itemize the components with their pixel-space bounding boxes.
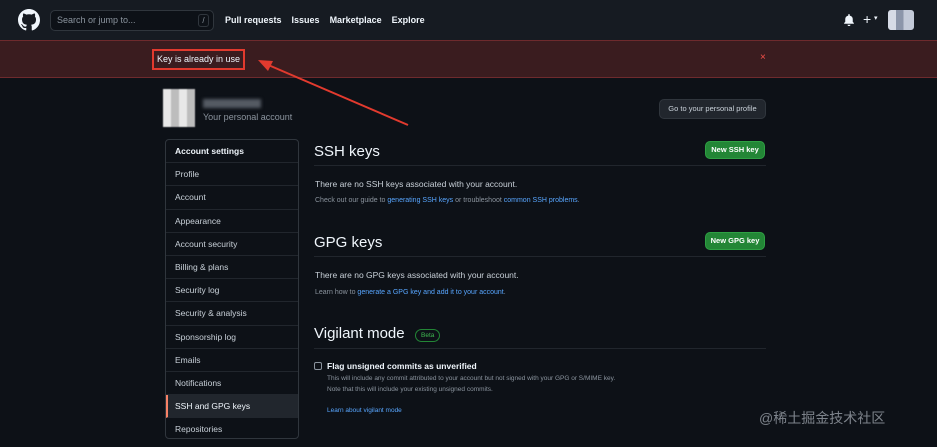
vigilant-description-2: Note that this will include your existin…: [327, 386, 493, 393]
flag-unsigned-checkbox[interactable]: [314, 362, 322, 370]
close-icon[interactable]: ×: [760, 52, 766, 63]
account-avatar: [163, 89, 195, 127]
sidebar-item-account-security[interactable]: Account security: [166, 233, 298, 256]
nav-explore[interactable]: Explore: [392, 15, 425, 25]
ssh-note-mid: or troubleshoot: [453, 197, 504, 204]
sidebar-item-account[interactable]: Account: [166, 186, 298, 210]
ssh-divider: [314, 165, 766, 166]
flag-unsigned-label[interactable]: Flag unsigned commits as unverified: [327, 361, 477, 371]
sidebar-item-notifications[interactable]: Notifications: [166, 372, 298, 396]
sidebar-item-security-analysis[interactable]: Security & analysis: [166, 302, 298, 326]
new-ssh-key-button[interactable]: New SSH key: [705, 141, 765, 159]
gpg-note-suffix: .: [503, 289, 506, 296]
watermark-text: @稀土掘金技术社区: [759, 410, 886, 426]
sidebar-item-repositories[interactable]: Repositories: [166, 418, 298, 438]
notifications-bell-icon[interactable]: [843, 14, 855, 26]
beta-badge: Beta: [415, 329, 441, 342]
nav-marketplace[interactable]: Marketplace: [330, 15, 382, 25]
top-header: Search or jump to... / Pull requests Iss…: [0, 0, 937, 40]
gpg-note-prefix: Learn how to: [315, 289, 358, 296]
vigilant-mode-title: Vigilant mode: [314, 325, 405, 342]
learn-vigilant-mode-link[interactable]: Learn about vigilant mode: [327, 407, 402, 414]
gpg-keys-title: GPG keys: [314, 234, 383, 251]
ssh-note-suffix: .: [577, 197, 580, 204]
account-name-redacted: [203, 99, 261, 108]
go-to-profile-button[interactable]: Go to your personal profile: [659, 99, 766, 119]
sidebar-item-ssh-gpg-keys[interactable]: SSH and GPG keys: [166, 395, 298, 419]
sidebar-item-profile[interactable]: Profile: [166, 163, 298, 187]
ssh-empty-message: There are no SSH keys associated with yo…: [315, 179, 518, 189]
flash-message: Key is already in use: [152, 49, 245, 70]
vigilant-description-1: This will include any commit attributed …: [327, 375, 616, 382]
sidebar-heading: Account settings: [166, 140, 298, 164]
github-logo-icon[interactable]: [18, 9, 40, 31]
sidebar-item-sponsorship-log[interactable]: Sponsorship log: [166, 326, 298, 349]
ssh-keys-title: SSH keys: [314, 143, 380, 160]
sidebar-item-security-log[interactable]: Security log: [166, 279, 298, 303]
common-ssh-problems-link[interactable]: common SSH problems: [504, 197, 578, 204]
search-placeholder: Search or jump to...: [57, 15, 136, 25]
flash-error-banner: [0, 40, 937, 78]
sidebar-item-emails[interactable]: Emails: [166, 349, 298, 372]
account-subtitle: Your personal account: [203, 112, 293, 122]
gpg-empty-message: There are no GPG keys associated with yo…: [315, 270, 519, 280]
generating-ssh-keys-link[interactable]: generating SSH keys: [387, 197, 453, 204]
search-input[interactable]: Search or jump to... /: [50, 10, 214, 31]
gpg-help-note: Learn how to generate a GPG key and add …: [315, 289, 506, 296]
ssh-note-prefix: Check out our guide to: [315, 197, 388, 204]
vigilant-divider: [314, 348, 766, 349]
gpg-divider: [314, 256, 766, 257]
nav-pull-requests[interactable]: Pull requests: [225, 15, 282, 25]
search-shortcut-key: /: [198, 14, 209, 27]
new-gpg-key-button[interactable]: New GPG key: [705, 232, 765, 250]
generate-gpg-key-link[interactable]: generate a GPG key and add it to your ac…: [357, 289, 503, 296]
top-nav: Pull requests Issues Marketplace Explore: [225, 0, 425, 40]
settings-sidebar: Account settings Profile Account Appeara…: [165, 139, 299, 439]
nav-issues[interactable]: Issues: [292, 15, 320, 25]
sidebar-item-appearance[interactable]: Appearance: [166, 210, 298, 233]
chevron-down-icon[interactable]: ▾: [874, 14, 878, 22]
sidebar-item-billing[interactable]: Billing & plans: [166, 256, 298, 280]
user-avatar[interactable]: [888, 10, 914, 30]
ssh-help-note: Check out our guide to generating SSH ke…: [315, 197, 580, 204]
create-new-plus-icon[interactable]: +: [863, 11, 871, 27]
